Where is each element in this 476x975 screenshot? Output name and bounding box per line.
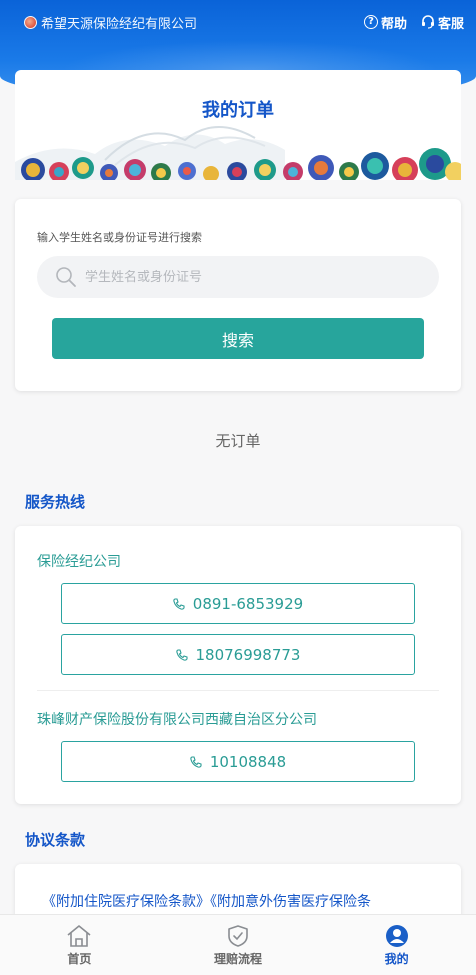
nav-label: 理赔流程 bbox=[214, 952, 263, 966]
phone-button[interactable]: 18076998773 bbox=[61, 634, 415, 675]
search-field[interactable] bbox=[37, 256, 439, 298]
empty-orders-text: 无订单 bbox=[215, 432, 261, 450]
nav-label: 首页 bbox=[67, 952, 92, 966]
top-bar: 希望天源保险经纪有限公司 ? 帮助 客服 bbox=[0, 0, 476, 44]
search-input[interactable] bbox=[85, 269, 405, 285]
hotline-card: 保险经纪公司 0891-6853929 18076998773 珠峰财产保险股份… bbox=[15, 526, 461, 804]
phone-number: 18076998773 bbox=[195, 645, 301, 664]
help-button[interactable]: ? 帮助 bbox=[363, 13, 407, 32]
service-label: 客服 bbox=[437, 16, 464, 32]
search-hint: 输入学生姓名或身份证号进行搜索 bbox=[37, 231, 202, 244]
decorative-clouds bbox=[15, 126, 461, 180]
divider bbox=[37, 690, 439, 691]
nav-label: 我的 bbox=[384, 952, 409, 966]
terms-section-title: 协议条款 bbox=[25, 831, 86, 849]
nav-item-claims[interactable]: 理赔流程 bbox=[159, 915, 318, 975]
help-label: 帮助 bbox=[380, 16, 407, 32]
brand-name: 希望天源保险经纪有限公司 bbox=[41, 16, 198, 32]
nav-item-mine[interactable]: 我的 bbox=[317, 915, 476, 975]
order-title-card: 我的订单 bbox=[15, 70, 461, 180]
search-icon bbox=[56, 267, 76, 287]
phone-button[interactable]: 10108848 bbox=[61, 741, 415, 782]
search-button[interactable]: 搜索 bbox=[52, 318, 424, 359]
shield-check-icon bbox=[228, 925, 248, 947]
question-icon: ? bbox=[363, 15, 378, 29]
bottom-nav: 首页 理赔流程 我的 bbox=[0, 914, 476, 975]
customer-service-button[interactable]: 客服 bbox=[421, 13, 464, 32]
hotline-section-title: 服务热线 bbox=[25, 493, 86, 511]
headset-icon bbox=[421, 15, 434, 29]
terms-link[interactable]: 《附加住院医疗保险条款》《附加意外伤害医疗保险条 bbox=[42, 891, 442, 911]
brand: 希望天源保险经纪有限公司 bbox=[24, 13, 197, 32]
phone-icon bbox=[175, 648, 188, 661]
company-name: 珠峰财产保险股份有限公司西藏自治区分公司 bbox=[37, 712, 317, 728]
search-card: 输入学生姓名或身份证号进行搜索 搜索 bbox=[15, 199, 461, 391]
user-icon bbox=[385, 925, 408, 947]
phone-number: 0891-6853929 bbox=[192, 594, 304, 613]
phone-icon bbox=[173, 597, 185, 610]
phone-number: 10108848 bbox=[209, 752, 287, 771]
brand-logo-icon bbox=[24, 15, 37, 29]
phone-button[interactable]: 0891-6853929 bbox=[61, 583, 415, 624]
nav-item-home[interactable]: 首页 bbox=[0, 915, 159, 975]
phone-icon bbox=[190, 755, 202, 768]
company-name: 保险经纪公司 bbox=[37, 554, 121, 570]
home-icon bbox=[67, 925, 91, 947]
